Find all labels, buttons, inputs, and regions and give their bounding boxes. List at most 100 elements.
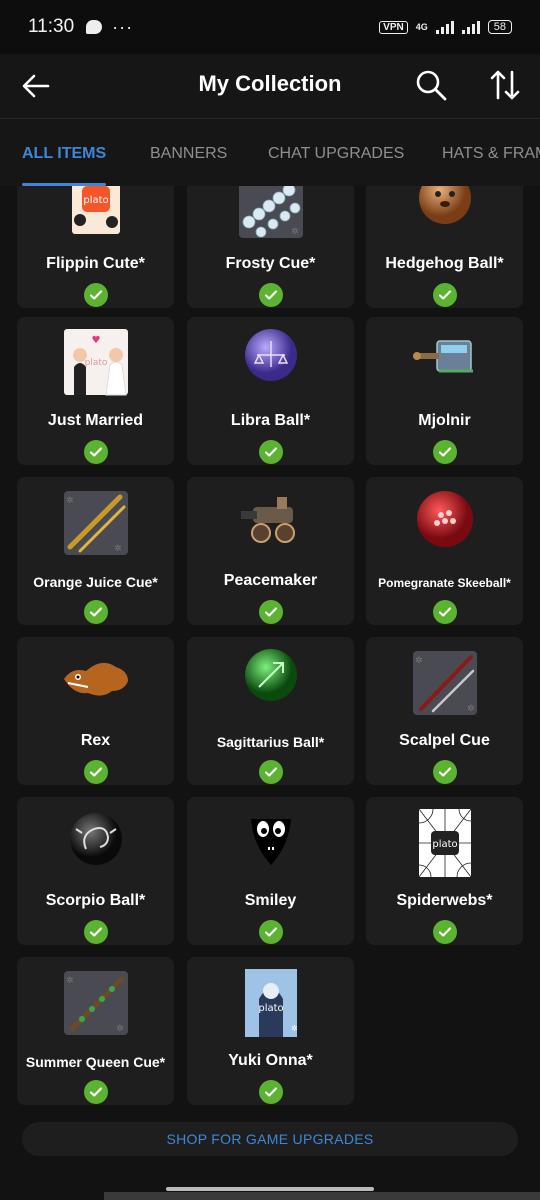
item-name: Rex — [80, 732, 111, 749]
search-icon — [416, 70, 447, 101]
frosty-cue-thumbnail: ✲ — [237, 186, 305, 240]
collection-item-card[interactable]: Peacemaker — [187, 477, 354, 625]
svg-text:✲: ✲ — [291, 227, 299, 237]
pomegranate-skeeball-thumbnail — [411, 489, 479, 557]
owned-check-icon — [258, 600, 283, 624]
svg-text:plato: plato — [83, 195, 108, 206]
flippin-cute-thumbnail: plato — [62, 186, 130, 240]
owned-check-icon — [258, 1080, 283, 1104]
item-name: Smiley — [244, 892, 297, 909]
home-indicator[interactable] — [166, 1187, 374, 1191]
network-type-label: 4G — [415, 21, 428, 32]
collection-item-card[interactable]: Libra Ball* — [187, 317, 354, 465]
owned-check-icon — [432, 760, 457, 784]
peacemaker-thumbnail — [237, 489, 305, 557]
scorpio-ball-thumbnail — [62, 809, 130, 877]
page-title: My Collection — [198, 71, 342, 96]
owned-check-icon — [432, 440, 457, 464]
item-name: Orange Juice Cue* — [33, 574, 158, 590]
collection-item-card[interactable]: plato Flippin Cute* — [17, 186, 174, 308]
spiderwebs-thumbnail: plato — [410, 809, 479, 877]
item-name: Yuki Onna* — [228, 1052, 313, 1069]
shop-game-upgrades-button[interactable]: SHOP FOR GAME UPGRADES — [22, 1122, 518, 1156]
battery-icon: 58 — [487, 20, 512, 34]
yuki-onna-thumbnail: plato ✲ — [237, 969, 305, 1037]
owned-check-icon — [83, 920, 108, 944]
item-name: Peacemaker — [223, 572, 318, 589]
owned-check-icon — [258, 440, 283, 464]
signal-strength-icon-2 — [461, 20, 480, 34]
owned-check-icon — [432, 920, 457, 944]
svg-text:✲: ✲ — [467, 704, 475, 714]
just-married-thumbnail: plato ♥ — [62, 329, 130, 397]
svg-text:✲: ✲ — [116, 1024, 124, 1034]
hedgehog-ball-thumbnail — [411, 186, 479, 240]
item-name: Frosty Cue* — [225, 255, 316, 272]
orange-juice-cue-thumbnail: ✲ ✲ — [62, 489, 130, 557]
status-bar: 11:30 ··· VPN 4G 58 — [0, 0, 540, 54]
svg-text:✲: ✲ — [66, 976, 74, 986]
collection-item-card[interactable]: Hedgehog Ball* — [366, 186, 523, 308]
collection-item-card[interactable]: plato Spiderwebs* — [366, 797, 523, 945]
owned-check-icon — [258, 760, 283, 784]
sort-button[interactable] — [488, 68, 522, 102]
item-name: Spiderwebs* — [396, 892, 493, 909]
app-header: My Collection — [0, 54, 540, 118]
owned-check-icon — [83, 1080, 108, 1104]
owned-check-icon — [83, 600, 108, 624]
tab-banners[interactable]: BANNERS — [150, 145, 227, 163]
collection-item-card[interactable]: ✲ ✲ Orange Juice Cue* — [17, 477, 174, 625]
collection-item-card[interactable]: Scorpio Ball* — [17, 797, 174, 945]
owned-check-icon — [258, 283, 283, 307]
collection-item-card[interactable]: plato ♥ Just Married — [17, 317, 174, 465]
bottom-scroll-bar — [104, 1192, 540, 1200]
signal-strength-icon — [435, 20, 454, 34]
status-time: 11:30 — [28, 16, 75, 37]
item-name: Just Married — [47, 412, 144, 429]
collection-item-card[interactable]: ✲ Frosty Cue* — [187, 186, 354, 308]
item-name: Hedgehog Ball* — [385, 255, 504, 272]
libra-ball-thumbnail — [237, 329, 305, 397]
search-button[interactable] — [414, 68, 448, 102]
owned-check-icon — [258, 920, 283, 944]
tab-chat-upgrades[interactable]: CHAT UPGRADES — [268, 145, 404, 163]
sort-icon — [490, 70, 520, 100]
item-name: Libra Ball* — [230, 412, 311, 429]
svg-text:✲: ✲ — [114, 544, 122, 554]
collection-grid: plato Flippin Cute* ✲ Frosty Cue* Hedgehog B… — [0, 186, 540, 1186]
item-name: Summer Queen Cue* — [25, 1054, 166, 1070]
item-name: Pomegranate Skeeball* — [378, 576, 511, 590]
collection-item-card[interactable]: plato ✲ Yuki Onna* — [187, 957, 354, 1105]
item-name: Scalpel Cue — [399, 732, 490, 749]
rex-thumbnail — [62, 649, 130, 717]
back-arrow-icon — [22, 74, 50, 98]
owned-check-icon — [432, 600, 457, 624]
svg-text:plato: plato — [84, 358, 107, 368]
tab-all-items[interactable]: ALL ITEMS — [22, 145, 106, 163]
collection-item-card[interactable]: Sagittarius Ball* — [187, 637, 354, 785]
collection-item-card[interactable]: Rex — [17, 637, 174, 785]
vpn-icon: VPN — [379, 20, 408, 34]
svg-text:plato: plato — [258, 1003, 283, 1014]
item-name: Sagittarius Ball* — [216, 734, 325, 750]
svg-text:✲: ✲ — [291, 1024, 298, 1033]
sagittarius-ball-thumbnail — [237, 649, 305, 717]
owned-check-icon — [83, 440, 108, 464]
collection-item-card[interactable]: Mjolnir — [366, 317, 523, 465]
tab-hats-frames[interactable]: HATS & FRAMES — [442, 145, 540, 163]
item-name: Mjolnir — [418, 412, 471, 429]
svg-text:✲: ✲ — [66, 496, 74, 506]
collection-item-card[interactable]: ✲ ✲ Scalpel Cue — [366, 637, 523, 785]
collection-item-card[interactable]: Pomegranate Skeeball* — [366, 477, 523, 625]
back-button[interactable] — [20, 70, 52, 102]
category-tabs: ALL ITEMS BANNERS CHAT UPGRADES HATS & F… — [0, 118, 540, 186]
item-name: Scorpio Ball* — [45, 892, 146, 909]
owned-check-icon — [83, 760, 108, 784]
collection-item-card[interactable]: Smiley — [187, 797, 354, 945]
item-name: Flippin Cute* — [46, 255, 145, 272]
owned-check-icon — [83, 283, 108, 307]
owned-check-icon — [432, 283, 457, 307]
collection-item-card[interactable]: ✲ ✲ Summer Queen Cue* — [17, 957, 174, 1105]
svg-text:plato: plato — [432, 839, 457, 850]
more-notifications-icon: ··· — [112, 16, 134, 37]
